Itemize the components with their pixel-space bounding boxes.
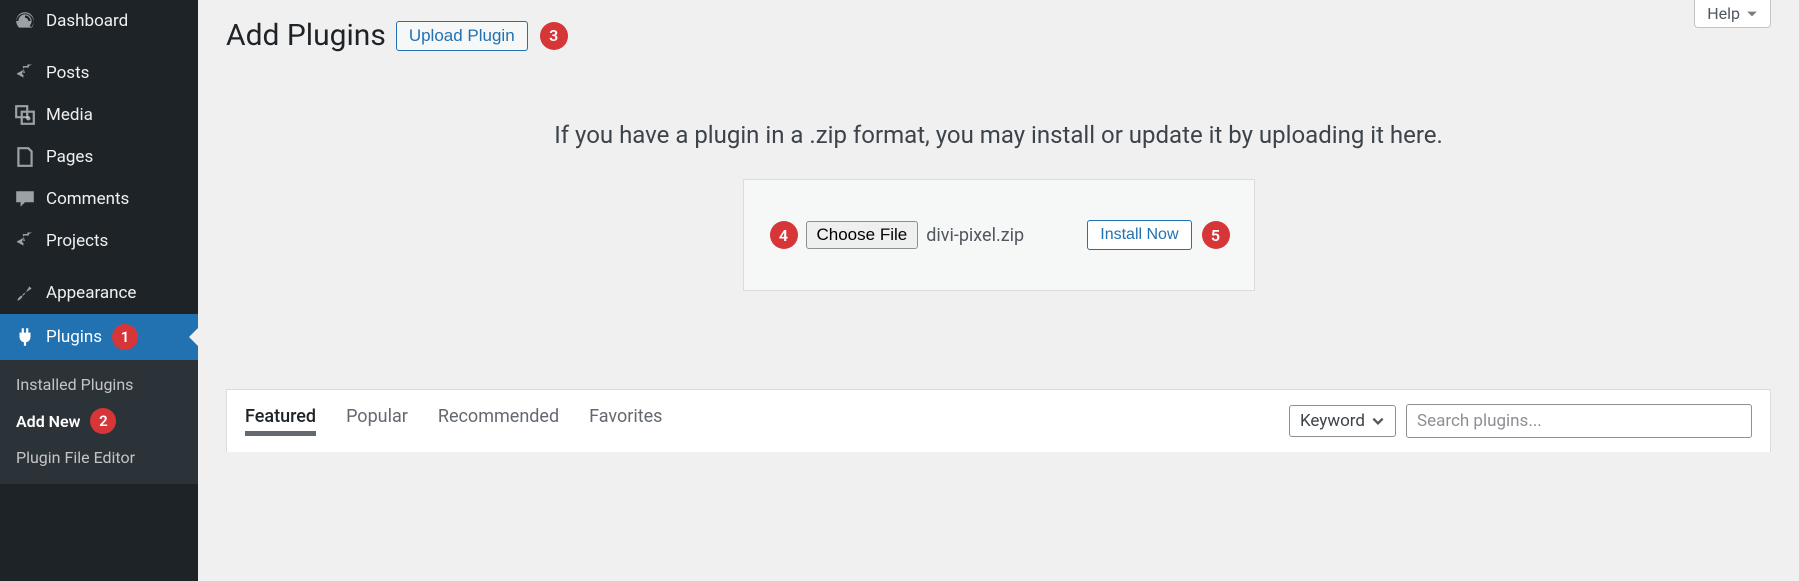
install-now-button[interactable]: Install Now: [1087, 220, 1191, 250]
help-tab-label: Help: [1707, 4, 1740, 23]
submenu-add-new[interactable]: Add New 2: [0, 401, 198, 441]
admin-sidebar: Dashboard Posts Media Pages Comments Pro…: [0, 0, 198, 581]
step-badge-3: 3: [540, 22, 568, 50]
sidebar-item-media[interactable]: Media: [0, 94, 198, 136]
sidebar-item-appearance[interactable]: Appearance: [0, 272, 198, 314]
submenu-plugin-file-editor[interactable]: Plugin File Editor: [0, 441, 198, 474]
page-icon: [14, 146, 36, 168]
chevron-down-icon: [1371, 414, 1385, 428]
sidebar-item-label: Appearance: [46, 283, 136, 303]
sidebar-item-dashboard[interactable]: Dashboard: [0, 0, 198, 42]
plugin-icon: [14, 326, 36, 348]
sidebar-item-label: Media: [46, 105, 93, 125]
sidebar-item-pages[interactable]: Pages: [0, 136, 198, 178]
submenu-item-label: Add New: [16, 412, 80, 431]
step-badge-5: 5: [1202, 221, 1230, 249]
sidebar-item-plugins[interactable]: Plugins 1: [0, 314, 198, 360]
sidebar-item-label: Pages: [46, 147, 93, 167]
upload-box: 4 Choose File divi-pixel.zip Install Now…: [743, 179, 1255, 291]
brush-icon: [14, 282, 36, 304]
tab-favorites[interactable]: Favorites: [589, 406, 662, 436]
selected-filename: divi-pixel.zip: [926, 225, 1024, 246]
plugins-submenu: Installed Plugins Add New 2 Plugin File …: [0, 360, 198, 484]
sidebar-item-label: Dashboard: [46, 11, 128, 31]
step-badge-4: 4: [770, 221, 798, 249]
dashboard-icon: [14, 10, 36, 32]
upload-description: If you have a plugin in a .zip format, y…: [226, 121, 1771, 149]
tab-popular[interactable]: Popular: [346, 406, 408, 436]
comment-icon: [14, 188, 36, 210]
pin-icon: [14, 62, 36, 84]
sidebar-item-label: Plugins: [46, 327, 102, 347]
main-content: Help Add Plugins Upload Plugin 3 If you …: [198, 0, 1799, 581]
submenu-item-label: Installed Plugins: [16, 375, 133, 394]
upload-plugin-button[interactable]: Upload Plugin: [396, 21, 528, 51]
media-icon: [14, 104, 36, 126]
submenu-item-label: Plugin File Editor: [16, 448, 135, 467]
search-type-label: Keyword: [1300, 411, 1365, 431]
chevron-down-icon: [1746, 8, 1758, 20]
page-title: Add Plugins: [226, 18, 386, 53]
step-badge-2: 2: [90, 408, 116, 434]
submenu-installed-plugins[interactable]: Installed Plugins: [0, 368, 198, 401]
sidebar-item-label: Comments: [46, 189, 129, 209]
tab-featured[interactable]: Featured: [245, 406, 316, 436]
help-tab[interactable]: Help: [1694, 0, 1771, 28]
choose-file-button[interactable]: Choose File: [806, 221, 919, 249]
sidebar-item-label: Posts: [46, 63, 89, 83]
search-plugins-input[interactable]: [1406, 404, 1752, 438]
search-type-select[interactable]: Keyword: [1289, 405, 1396, 437]
pin-icon: [14, 230, 36, 252]
sidebar-item-comments[interactable]: Comments: [0, 178, 198, 220]
filter-tabs: Featured Popular Recommended Favorites: [245, 406, 662, 436]
filter-bar: Featured Popular Recommended Favorites K…: [226, 389, 1771, 452]
sidebar-item-projects[interactable]: Projects: [0, 220, 198, 262]
sidebar-item-label: Projects: [46, 231, 108, 251]
step-badge-1: 1: [112, 324, 138, 350]
tab-recommended[interactable]: Recommended: [438, 406, 559, 436]
sidebar-item-posts[interactable]: Posts: [0, 52, 198, 94]
